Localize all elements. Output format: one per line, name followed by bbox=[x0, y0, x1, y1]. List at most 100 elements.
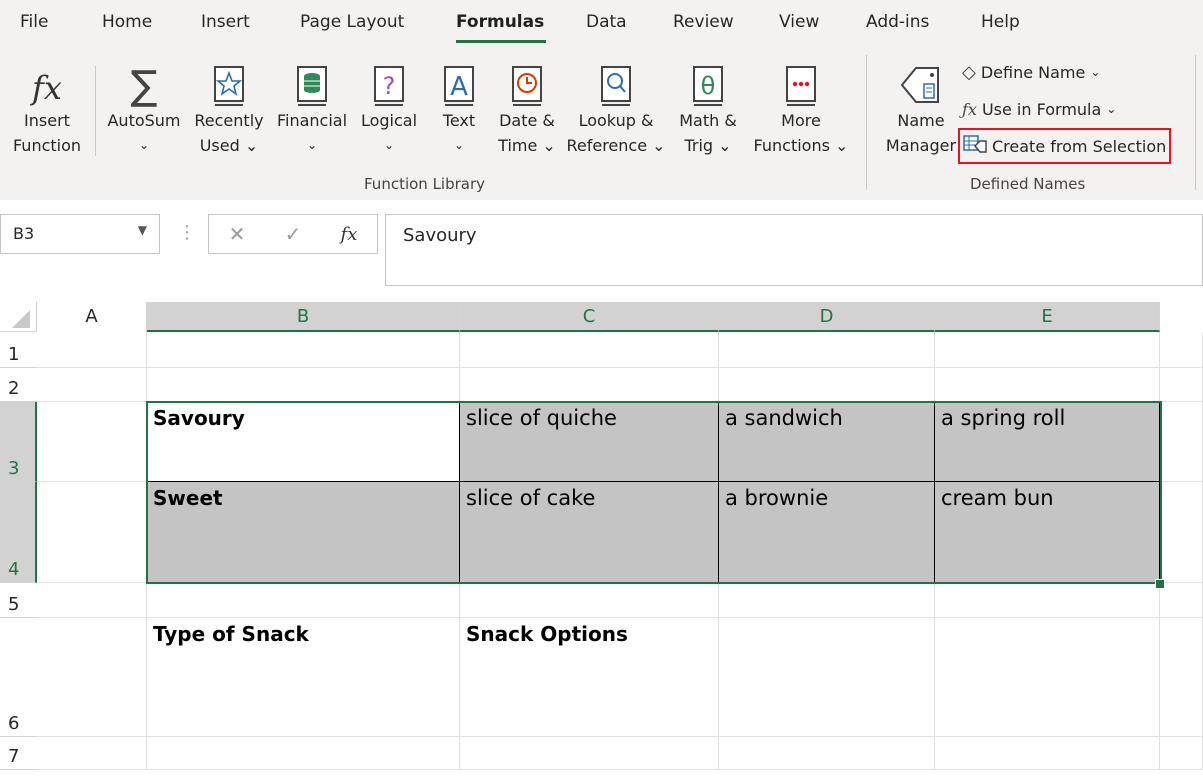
cell-a3[interactable] bbox=[37, 402, 147, 482]
tab-add-ins[interactable]: Add-ins bbox=[866, 12, 929, 32]
row-header-6[interactable]: 6 bbox=[0, 618, 37, 737]
name-manager-button[interactable]: Name Manager bbox=[880, 58, 962, 158]
cell-f1[interactable] bbox=[1160, 332, 1203, 368]
cell-a7[interactable] bbox=[37, 737, 147, 770]
row-header-7[interactable]: 7 bbox=[0, 737, 37, 770]
cell-d4[interactable]: a brownie bbox=[719, 482, 935, 583]
column-header-f[interactable] bbox=[1160, 302, 1203, 332]
drag-handle-icon[interactable]: ⋮ bbox=[178, 222, 196, 243]
insert-function-button[interactable]: fx Insert Function bbox=[8, 58, 86, 158]
cell-c1[interactable] bbox=[460, 332, 719, 368]
cell-c6[interactable]: Snack Options bbox=[460, 618, 719, 737]
separator bbox=[866, 55, 867, 190]
svg-text:A: A bbox=[450, 72, 468, 102]
select-all-corner[interactable] bbox=[0, 302, 37, 332]
create-from-selection-button[interactable]: Create from Selection bbox=[958, 128, 1172, 164]
enter-icon[interactable]: ✓ bbox=[285, 222, 302, 246]
cell-b6[interactable]: Type of Snack bbox=[147, 618, 460, 737]
cell-c2[interactable] bbox=[460, 368, 719, 402]
tab-data[interactable]: Data bbox=[586, 12, 627, 32]
cell-d3[interactable]: a sandwich bbox=[719, 402, 935, 482]
tab-formulas[interactable]: Formulas bbox=[456, 12, 544, 32]
cell-f4[interactable] bbox=[1160, 482, 1203, 583]
name-tag-icon bbox=[880, 58, 962, 108]
cell-b4[interactable]: Sweet bbox=[147, 482, 460, 583]
tab-file[interactable]: File bbox=[20, 12, 48, 32]
tab-review[interactable]: Review bbox=[673, 12, 734, 32]
row-header-1[interactable]: 1 bbox=[0, 332, 37, 368]
column-header-a[interactable]: A bbox=[37, 302, 147, 332]
cell-e4[interactable]: cream bun bbox=[935, 482, 1160, 583]
tab-help[interactable]: Help bbox=[981, 12, 1020, 32]
cell-d7[interactable] bbox=[719, 737, 935, 770]
row-header-2[interactable]: 2 bbox=[0, 368, 37, 402]
fill-handle[interactable] bbox=[1155, 579, 1165, 589]
formula-input[interactable]: Savoury bbox=[385, 214, 1203, 286]
cell-f3[interactable] bbox=[1160, 402, 1203, 482]
lookup-reference-button[interactable]: Lookup & Reference ⌄ bbox=[566, 58, 666, 158]
tab-insert[interactable]: Insert bbox=[201, 12, 250, 32]
cell-c7[interactable] bbox=[460, 737, 719, 770]
chevron-down-icon: ⌄ bbox=[1090, 65, 1101, 79]
cell-b3[interactable]: Savoury bbox=[147, 402, 460, 482]
chevron-down-icon[interactable]: ▼ bbox=[138, 223, 147, 237]
cell-a5[interactable] bbox=[37, 583, 147, 618]
cell-a2[interactable] bbox=[37, 368, 147, 402]
cell-b5[interactable] bbox=[147, 583, 460, 618]
separator bbox=[95, 66, 96, 156]
tab-view[interactable]: View bbox=[779, 12, 819, 32]
column-header-d[interactable]: D bbox=[719, 302, 935, 332]
cell-d1[interactable] bbox=[719, 332, 935, 368]
define-name-button[interactable]: ◇ Define Name ⌄ bbox=[962, 58, 1100, 86]
row-header-4[interactable]: 4 bbox=[0, 482, 37, 583]
column-header-b[interactable]: B bbox=[147, 302, 460, 332]
question-book-icon: ? bbox=[357, 58, 421, 108]
date-time-button[interactable]: Date & Time ⌄ bbox=[494, 58, 560, 158]
math-trig-button[interactable]: θ Math & Trig ⌄ bbox=[672, 58, 744, 158]
cell-e3[interactable]: a spring roll bbox=[935, 402, 1160, 482]
cell-a4[interactable] bbox=[37, 482, 147, 583]
cancel-icon[interactable]: ✕ bbox=[229, 222, 246, 246]
cell-e2[interactable] bbox=[935, 368, 1160, 402]
cell-b7[interactable] bbox=[147, 737, 460, 770]
active-tab-indicator bbox=[456, 40, 546, 43]
cell-d6[interactable] bbox=[719, 618, 935, 737]
tab-page-layout[interactable]: Page Layout bbox=[300, 12, 404, 32]
name-box[interactable]: B3 ▼ bbox=[0, 214, 160, 254]
use-in-formula-button[interactable]: ƒx Use in Formula ⌄ bbox=[962, 95, 1116, 123]
row-header-3[interactable]: 3 bbox=[0, 402, 37, 482]
financial-button[interactable]: Financial ⌄ bbox=[273, 58, 351, 158]
cell-f5[interactable] bbox=[1160, 583, 1203, 618]
cell-a6[interactable] bbox=[37, 618, 147, 737]
more-functions-button[interactable]: More Functions ⌄ bbox=[750, 58, 852, 158]
fx-icon: fx bbox=[32, 69, 62, 107]
cell-a1[interactable] bbox=[37, 332, 147, 368]
recently-used-button[interactable]: Recently Used ⌄ bbox=[192, 58, 266, 158]
cell-d5[interactable] bbox=[719, 583, 935, 618]
tab-home[interactable]: Home bbox=[102, 12, 152, 32]
row-header-5[interactable]: 5 bbox=[0, 583, 37, 618]
cell-f2[interactable] bbox=[1160, 368, 1203, 402]
text-button[interactable]: A Text ⌄ bbox=[432, 58, 486, 158]
column-header-e[interactable]: E bbox=[935, 302, 1160, 332]
cell-e5[interactable] bbox=[935, 583, 1160, 618]
cell-f7[interactable] bbox=[1160, 737, 1203, 770]
separator bbox=[1195, 55, 1196, 190]
letter-book-icon: A bbox=[432, 58, 486, 108]
cell-c4[interactable]: slice of cake bbox=[460, 482, 719, 583]
cell-f6[interactable] bbox=[1160, 618, 1203, 737]
insert-function-icon[interactable]: fx bbox=[341, 224, 358, 245]
cell-e7[interactable] bbox=[935, 737, 1160, 770]
cell-c5[interactable] bbox=[460, 583, 719, 618]
autosum-button[interactable]: ∑ AutoSum ⌄ bbox=[104, 58, 184, 158]
cell-c3[interactable]: slice of quiche bbox=[460, 402, 719, 482]
column-header-c[interactable]: C bbox=[460, 302, 719, 332]
cell-b2[interactable] bbox=[147, 368, 460, 402]
cell-d2[interactable] bbox=[719, 368, 935, 402]
cell-e1[interactable] bbox=[935, 332, 1160, 368]
tag-icon: ◇ bbox=[962, 61, 976, 83]
cell-b1[interactable] bbox=[147, 332, 460, 368]
sigma-icon: ∑ bbox=[130, 63, 158, 109]
logical-button[interactable]: ? Logical ⌄ bbox=[357, 58, 421, 158]
cell-e6[interactable] bbox=[935, 618, 1160, 737]
